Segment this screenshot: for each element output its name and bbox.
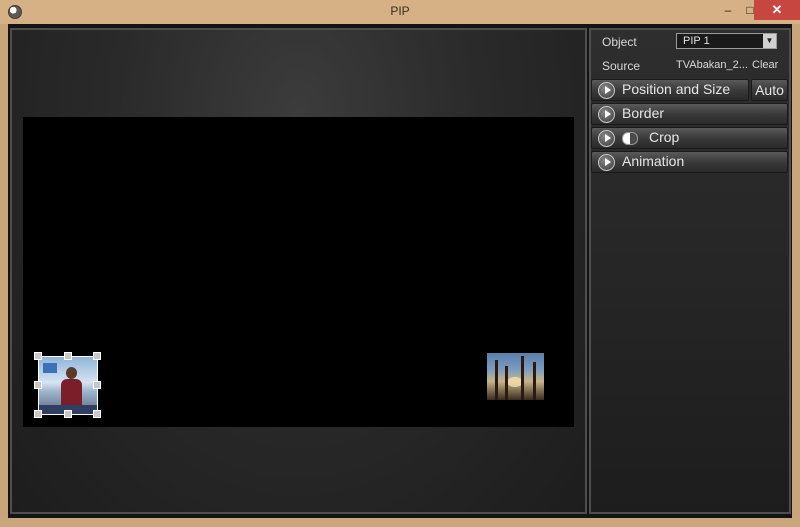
tree-trunk xyxy=(505,366,508,400)
section-label: Animation xyxy=(622,153,685,169)
section-position-and-size[interactable]: Position and Size xyxy=(591,79,749,101)
tree-trunk xyxy=(495,360,498,400)
resize-handle-tm[interactable] xyxy=(64,352,72,360)
source-value: TVAbakan_2... xyxy=(676,59,748,71)
play-circle-icon[interactable] xyxy=(598,82,615,99)
section-label: Border xyxy=(622,105,665,121)
section-label: Position and Size xyxy=(622,81,731,97)
window-bottom-edge xyxy=(0,518,800,527)
resize-handle-br[interactable] xyxy=(93,410,101,418)
section-crop[interactable]: Crop xyxy=(591,127,788,149)
source-label: Source xyxy=(602,59,641,73)
toggle-icon[interactable] xyxy=(622,132,638,145)
object-select[interactable]: PIP 1 ▼ xyxy=(676,33,777,49)
play-circle-icon[interactable] xyxy=(598,130,615,147)
window-title: PIP xyxy=(390,4,410,18)
resize-handle-mr[interactable] xyxy=(93,381,101,389)
play-circle-icon[interactable] xyxy=(598,154,615,171)
play-circle-icon[interactable] xyxy=(598,106,615,123)
resize-handle-bm[interactable] xyxy=(64,410,72,418)
object-label: Object xyxy=(602,35,637,49)
section-animation[interactable]: Animation xyxy=(591,151,788,173)
auto-button[interactable]: Auto xyxy=(751,79,788,101)
tree-trunk xyxy=(521,356,524,400)
pip-2-thumbnail[interactable] xyxy=(487,353,544,400)
resize-handle-ml[interactable] xyxy=(34,381,42,389)
close-button[interactable]: ✕ xyxy=(754,0,800,20)
tree-trunk xyxy=(533,362,536,400)
resize-handle-tl[interactable] xyxy=(34,352,42,360)
resize-handle-tr[interactable] xyxy=(93,352,101,360)
chevron-down-icon[interactable]: ▼ xyxy=(763,34,776,48)
section-border[interactable]: Border xyxy=(591,103,788,125)
object-select-value: PIP 1 xyxy=(683,35,710,47)
title-bar: PIP – □ ✕ xyxy=(0,0,800,24)
clear-button[interactable]: Clear xyxy=(752,59,778,71)
resize-handle-bl[interactable] xyxy=(34,410,42,418)
section-label: Crop xyxy=(649,129,680,145)
selection-box[interactable] xyxy=(34,352,101,418)
